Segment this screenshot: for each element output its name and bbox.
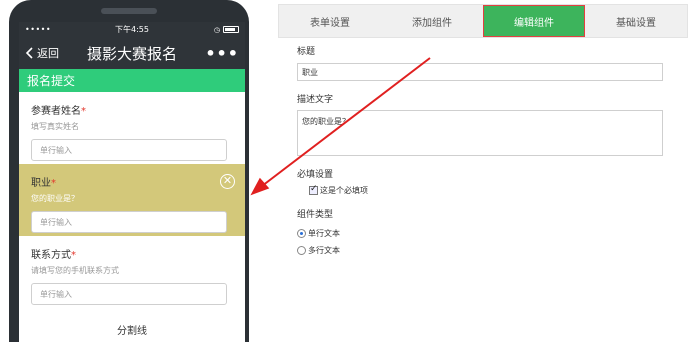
contact-input[interactable]: 单行输入 [31,283,227,305]
single-line-radio[interactable] [297,229,306,238]
tab-edit-component[interactable]: 编辑组件 [483,5,585,37]
back-label: 返回 [37,47,59,60]
required-mark: * [71,250,76,261]
phone-screen: ••••• 下午4:55 ◷ 返回 摄影大赛报名 ••• 报名提交 参赛者姓名*… [19,22,245,342]
name-input[interactable]: 单行输入 [31,139,227,161]
description-textarea[interactable]: 您的职业是？ [297,110,663,156]
form-field-occupation[interactable]: 职业* 您的职业是？ 单行输入 ✕ [19,164,245,236]
tab-bar: 表单设置 添加组件 编辑组件 基础设置 [278,4,688,38]
multi-line-radio[interactable] [297,246,306,255]
component-editor: 标题 职业 描述文字 您的职业是？ 必填设置 这是个必填项 组件类型 单行文本 … [297,44,667,256]
required-mark: * [51,178,56,189]
required-checkbox[interactable] [309,184,318,195]
form-field-contact[interactable]: 联系方式* 请填写您的手机联系方式 单行输入 [19,236,245,308]
field-description: 请填写您的手机联系方式 [31,266,119,275]
multi-line-label: 多行文本 [308,246,340,255]
single-line-label: 单行文本 [308,229,340,238]
status-bar: ••••• 下午4:55 ◷ [19,22,245,37]
chevron-left-icon [25,47,33,59]
tab-form-settings[interactable]: 表单设置 [279,5,381,37]
field-description: 填写真实姓名 [31,122,79,131]
tab-add-component[interactable]: 添加组件 [381,5,483,37]
back-button[interactable]: 返回 [25,45,59,61]
section-header: 报名提交 [19,69,245,92]
field-label-text: 参赛者姓名 [31,106,81,117]
required-option-label: 这是个必填项 [320,186,368,195]
status-time: 下午4:55 [115,25,149,34]
title-input[interactable]: 职业 [297,63,663,81]
title-label: 标题 [297,47,316,57]
battery-icon [223,26,239,33]
tab-basic-settings[interactable]: 基础设置 [585,5,687,37]
field-label-text: 职业 [31,178,51,189]
occupation-input[interactable]: 单行输入 [31,211,227,233]
close-icon[interactable]: ✕ [220,174,235,189]
description-label: 描述文字 [297,95,334,105]
field-label-text: 联系方式 [31,250,71,261]
more-icon[interactable]: ••• [205,44,239,63]
required-settings-label: 必填设置 [297,170,334,180]
required-option[interactable]: 这是个必填项 [309,184,667,196]
phone-speaker [101,8,157,14]
field-description: 您的职业是？ [31,194,79,203]
component-type-label: 组件类型 [297,210,334,220]
form-field-name[interactable]: 参赛者姓名* 填写真实姓名 单行输入 [19,92,245,164]
type-option-single[interactable]: 单行文本 [297,228,667,239]
nav-bar: 返回 摄影大赛报名 ••• [19,37,245,69]
phone-mockup: ••••• 下午4:55 ◷ 返回 摄影大赛报名 ••• 报名提交 参赛者姓名*… [9,0,249,342]
divider-label[interactable]: 分割线 [19,322,245,337]
type-option-multi[interactable]: 多行文本 [297,245,667,256]
field-label: 参赛者姓名* [31,102,233,117]
field-label: 职业* [31,174,233,189]
required-mark: * [81,106,86,117]
field-label: 联系方式* [31,246,233,261]
